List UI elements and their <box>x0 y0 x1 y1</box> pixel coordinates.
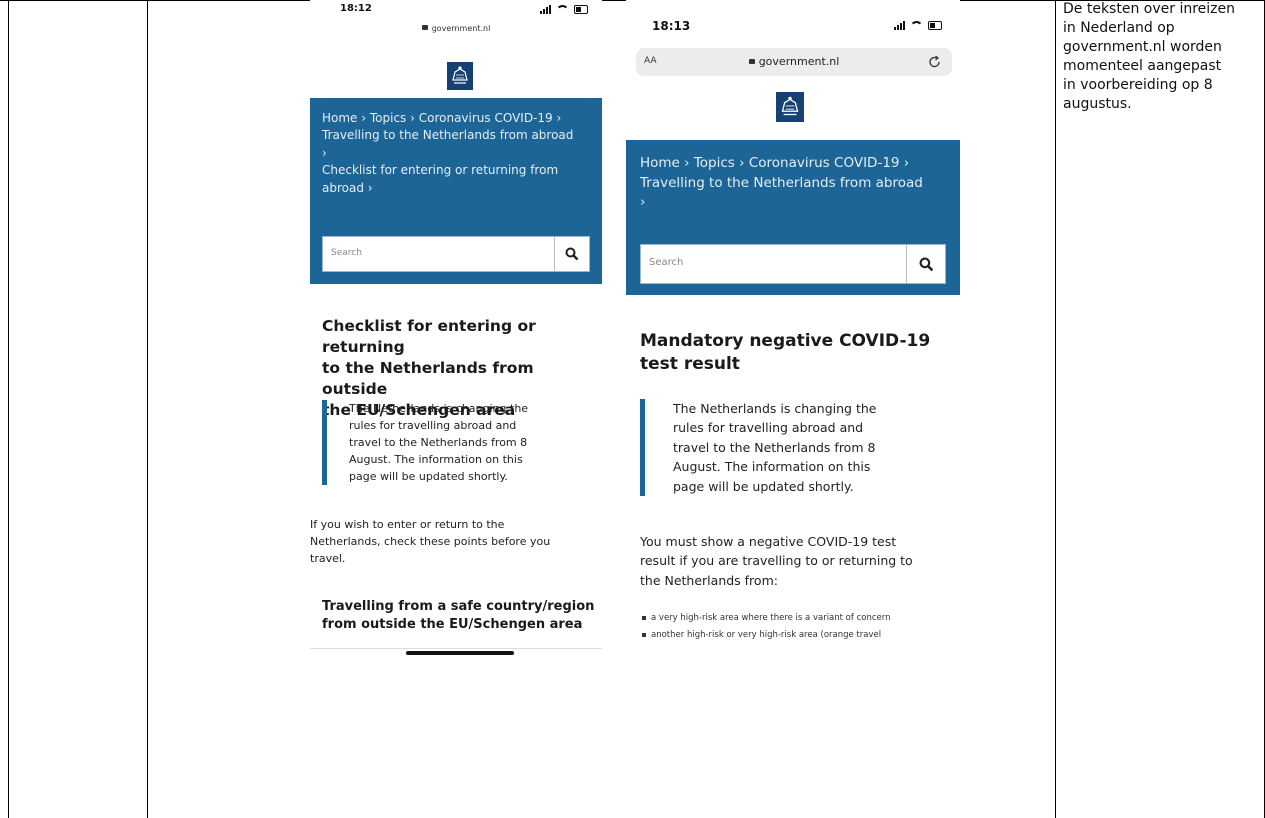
note-line: augustus. <box>1063 96 1132 112</box>
status-time: 18:13 <box>652 19 691 33</box>
phone-screenshot-left: 18:12 government.nl Home › Topics › Coro… <box>310 0 602 660</box>
search-icon <box>919 257 933 271</box>
home-indicator <box>406 651 514 655</box>
search-input[interactable]: Search <box>640 244 946 284</box>
address-bar[interactable]: government.nl <box>310 24 602 33</box>
signal-icon <box>894 21 905 30</box>
breadcrumb-line: › <box>640 194 646 211</box>
breadcrumb-line: › <box>322 145 327 160</box>
url-text: government.nl <box>758 55 840 68</box>
breadcrumb-line[interactable]: Home › Topics › Coronavirus COVID-19 › <box>322 110 573 127</box>
url-display: government.nl <box>636 55 952 68</box>
notice-line: page will be updated shortly. <box>673 478 854 494</box>
risk-area-list: a very high-risk area where there is a v… <box>642 610 890 643</box>
phone-screenshot-right: 18:13 AA government.nl Home › Topics › C… <box>626 0 960 666</box>
paragraph-line: If you wish to enter or return to the <box>310 518 505 531</box>
reload-icon[interactable] <box>928 55 942 69</box>
status-icons <box>540 5 588 14</box>
government-logo[interactable] <box>447 62 473 90</box>
table-column-divider <box>147 0 148 818</box>
battery-icon <box>928 21 942 30</box>
notice-line: travel to the Netherlands from 8 <box>673 439 876 455</box>
notice-line: travel to the Netherlands from 8 <box>349 436 528 450</box>
wifi-icon <box>556 5 569 14</box>
status-time: 18:12 <box>340 3 372 14</box>
section-heading: Travelling from a safe country/region fr… <box>322 598 594 634</box>
notice-line: The Netherlands is changing the <box>673 401 877 416</box>
search-input[interactable]: Search <box>322 236 590 272</box>
search-placeholder: Search <box>331 248 362 258</box>
note-line: De teksten over inreizen <box>1063 1 1235 17</box>
title-line: test result <box>640 353 740 374</box>
breadcrumb-line[interactable]: Travelling to the Netherlands from abroa… <box>322 127 573 144</box>
notice-line: rules for travelling abroad and <box>349 419 517 433</box>
table-border-left <box>8 0 9 818</box>
search-icon <box>565 247 579 261</box>
header-banner: Home › Topics › Coronavirus COVID-19 › T… <box>626 140 960 295</box>
status-bar: 18:13 <box>626 0 960 33</box>
title-line: to the Netherlands from outside <box>322 358 534 398</box>
notice-line: rules for travelling abroad and <box>673 420 864 436</box>
note-line: government.nl worden <box>1063 39 1222 55</box>
note-line: momenteel aangepast <box>1063 58 1222 74</box>
list-item: a very high-risk area where there is a v… <box>642 610 890 627</box>
page-title: Mandatory negative COVID-19 test result <box>640 330 930 376</box>
section-heading-line: from outside the EU/Schengen area <box>322 617 583 633</box>
breadcrumb-line[interactable]: abroad › <box>322 180 573 197</box>
battery-icon <box>574 5 588 14</box>
breadcrumb[interactable]: Home › Topics › Coronavirus COVID-19 › T… <box>322 110 573 197</box>
title-line: Mandatory negative COVID-19 <box>640 331 931 351</box>
paragraph-line: Netherlands, check these points before y… <box>310 535 551 549</box>
note-line: in Nederland op <box>1063 20 1175 36</box>
intro-paragraph: You must show a negative COVID-19 test r… <box>640 532 913 590</box>
wifi-icon <box>910 21 923 30</box>
note-cell: De teksten over inreizen in Nederland op… <box>1063 0 1263 114</box>
breadcrumb[interactable]: Home › Topics › Coronavirus COVID-19 › T… <box>640 154 923 213</box>
address-bar[interactable]: AA government.nl <box>636 48 952 76</box>
notice-line: August. The information on this <box>673 459 871 475</box>
lock-icon <box>748 59 755 64</box>
paragraph-line: the Netherlands from: <box>640 572 778 588</box>
notice-line: August. The information on this <box>349 453 523 467</box>
paragraph-line: result if you are travelling to or retur… <box>640 553 913 569</box>
notice-block: The Netherlands is changing the rules fo… <box>322 400 529 486</box>
notice-line: page will be updated shortly. <box>349 470 508 484</box>
divider <box>310 648 602 649</box>
search-button[interactable] <box>906 245 945 283</box>
section-heading-line: Travelling from a safe country/region <box>322 599 595 614</box>
table-column-divider <box>1055 0 1056 818</box>
url-text: government.nl <box>431 24 491 33</box>
breadcrumb-line[interactable]: Checklist for entering or returning from <box>322 162 573 179</box>
breadcrumb-line[interactable]: Travelling to the Netherlands from abroa… <box>640 174 923 194</box>
paragraph-line: travel. <box>310 552 346 566</box>
government-logo[interactable] <box>776 92 804 122</box>
search-placeholder: Search <box>649 257 684 268</box>
lock-icon <box>421 25 428 30</box>
note-line: in voorbereiding op 8 <box>1063 77 1213 93</box>
intro-paragraph: If you wish to enter or return to the Ne… <box>310 516 550 567</box>
notice-line: The Netherlands is changing the <box>349 402 529 415</box>
list-item: another high-risk or very high-risk area… <box>642 627 890 644</box>
header-banner: Home › Topics › Coronavirus COVID-19 › T… <box>310 98 602 284</box>
breadcrumb-line[interactable]: Home › Topics › Coronavirus COVID-19 › <box>640 154 923 174</box>
signal-icon <box>540 5 551 14</box>
paragraph-line: You must show a negative COVID-19 test <box>640 534 897 549</box>
status-icons <box>894 21 942 30</box>
search-button[interactable] <box>554 237 589 271</box>
notice-block: The Netherlands is changing the rules fo… <box>640 399 876 496</box>
title-line: Checklist for entering or returning <box>322 317 536 356</box>
